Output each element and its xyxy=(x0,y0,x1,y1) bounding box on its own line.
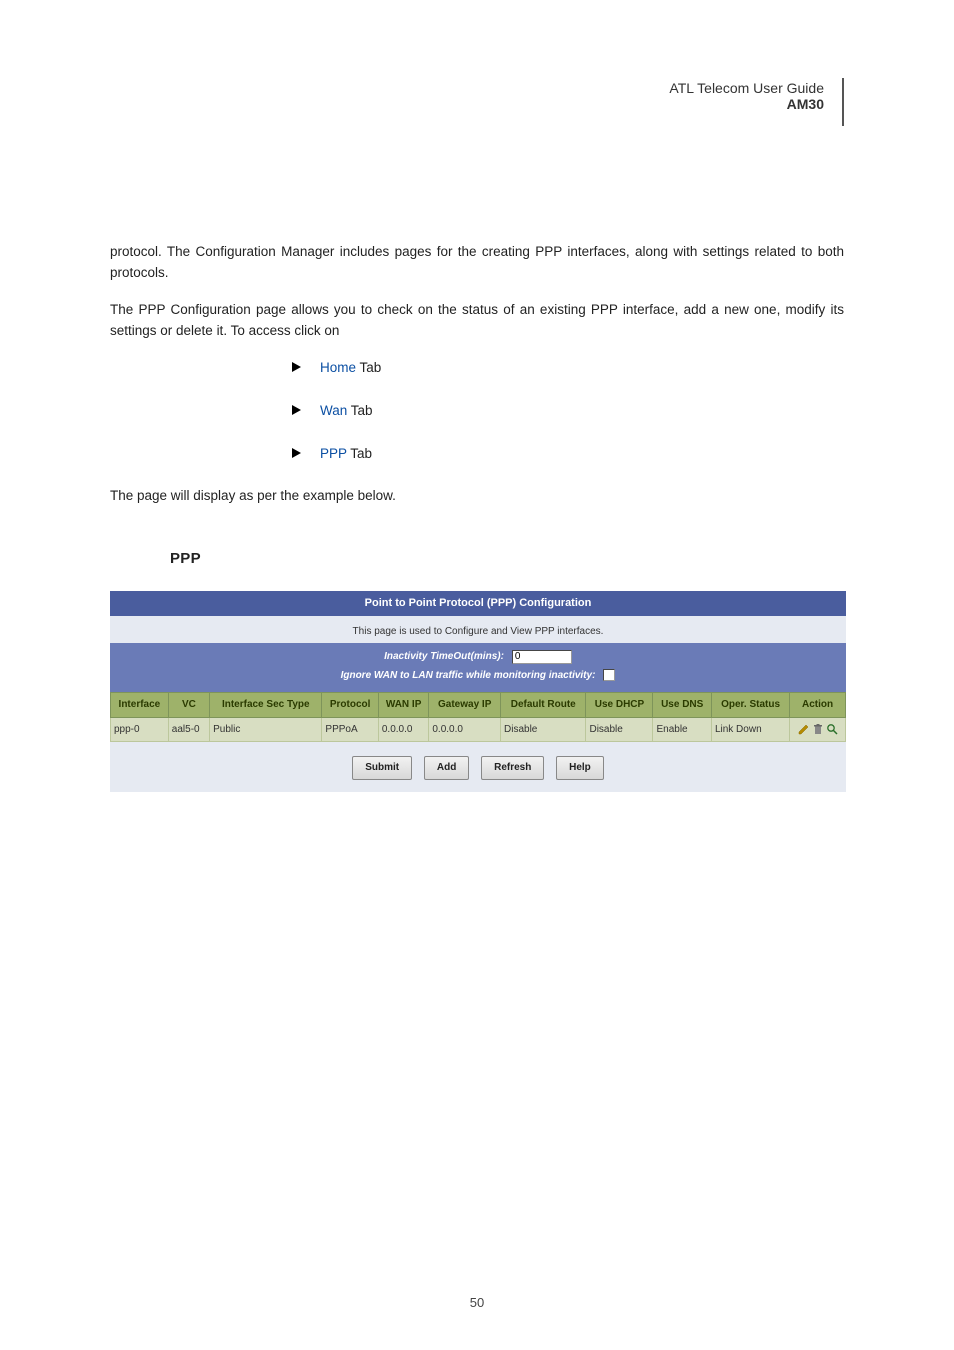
ignore-wan-lan-label: Ignore WAN to LAN traffic while monitori… xyxy=(341,668,596,684)
ignore-wan-lan-row: Ignore WAN to LAN traffic while monitori… xyxy=(120,668,836,684)
ppp-options: Inactivity TimeOut(mins): Ignore WAN to … xyxy=(110,643,846,692)
section-label-ppp: PPP xyxy=(170,547,844,570)
cell-usedhcp: Disable xyxy=(586,717,653,742)
intro-para-2: The PPP Configuration page allows you to… xyxy=(110,300,844,342)
ppp-table: Interface VC Interface Sec Type Protocol… xyxy=(110,692,846,742)
ppp-table-header-row: Interface VC Interface Sec Type Protocol… xyxy=(111,693,846,718)
col-wan-ip: WAN IP xyxy=(378,693,429,718)
col-sec-type: Interface Sec Type xyxy=(210,693,322,718)
triangle-icon xyxy=(290,404,302,416)
cell-action xyxy=(790,717,846,742)
ppp-button-row: Submit Add Refresh Help xyxy=(110,742,846,792)
bullet-ppp: PPP Tab xyxy=(290,444,844,465)
nav-bullets: Home Tab Wan Tab PPP Tab xyxy=(290,358,844,465)
bullet-home: Home Tab xyxy=(290,358,844,379)
header-line1: ATL Telecom User Guide xyxy=(110,80,824,96)
triangle-icon xyxy=(290,447,302,459)
col-oper-status: Oper. Status xyxy=(711,693,789,718)
triangle-icon xyxy=(290,361,302,373)
col-use-dhcp: Use DHCP xyxy=(586,693,653,718)
refresh-button[interactable]: Refresh xyxy=(481,756,544,780)
edit-icon[interactable] xyxy=(798,723,810,735)
ppp-title: Point to Point Protocol (PPP) Configurat… xyxy=(110,591,846,616)
cell-gw-ip: 0.0.0.0 xyxy=(429,717,501,742)
inactivity-timeout-label: Inactivity TimeOut(mins): xyxy=(384,649,504,665)
col-default-route: Default Route xyxy=(501,693,586,718)
ignore-wan-lan-checkbox[interactable] xyxy=(603,669,615,681)
intro-para-3: The page will display as per the example… xyxy=(110,486,844,507)
bullet-text: Home Tab xyxy=(320,358,381,379)
header-separator xyxy=(842,78,844,126)
col-use-dns: Use DNS xyxy=(653,693,711,718)
trash-icon[interactable] xyxy=(812,723,824,735)
table-row: ppp-0 aal5-0 Public PPPoA 0.0.0.0 0.0.0.… xyxy=(111,717,846,742)
bullet-text: Wan Tab xyxy=(320,401,373,422)
body-content: protocol. The Configuration Manager incl… xyxy=(110,242,844,792)
add-button[interactable]: Add xyxy=(424,756,469,780)
page-number: 50 xyxy=(0,1295,954,1310)
submit-button[interactable]: Submit xyxy=(352,756,412,780)
ppp-config-panel: Point to Point Protocol (PPP) Configurat… xyxy=(110,591,846,792)
header-line2: AM30 xyxy=(110,96,824,112)
inactivity-timeout-row: Inactivity TimeOut(mins): xyxy=(120,649,836,665)
col-action: Action xyxy=(790,693,846,718)
cell-vc: aal5-0 xyxy=(168,717,209,742)
bullet-text: PPP Tab xyxy=(320,444,372,465)
col-vc: VC xyxy=(168,693,209,718)
help-button[interactable]: Help xyxy=(556,756,604,780)
page-header: ATL Telecom User Guide AM30 xyxy=(110,80,844,112)
bullet-wan: Wan Tab xyxy=(290,401,844,422)
magnify-icon[interactable] xyxy=(826,723,838,735)
intro-para-1: protocol. The Configuration Manager incl… xyxy=(110,242,844,284)
cell-sec: Public xyxy=(210,717,322,742)
col-gateway-ip: Gateway IP xyxy=(429,693,501,718)
cell-usedns: Enable xyxy=(653,717,711,742)
col-interface: Interface xyxy=(111,693,169,718)
cell-protocol: PPPoA xyxy=(322,717,378,742)
col-protocol: Protocol xyxy=(322,693,378,718)
inactivity-timeout-input[interactable] xyxy=(512,650,572,664)
cell-defroute: Disable xyxy=(501,717,586,742)
cell-interface: ppp-0 xyxy=(111,717,169,742)
ppp-subtitle: This page is used to Configure and View … xyxy=(110,616,846,644)
cell-status: Link Down xyxy=(711,717,789,742)
cell-wan-ip: 0.0.0.0 xyxy=(378,717,429,742)
